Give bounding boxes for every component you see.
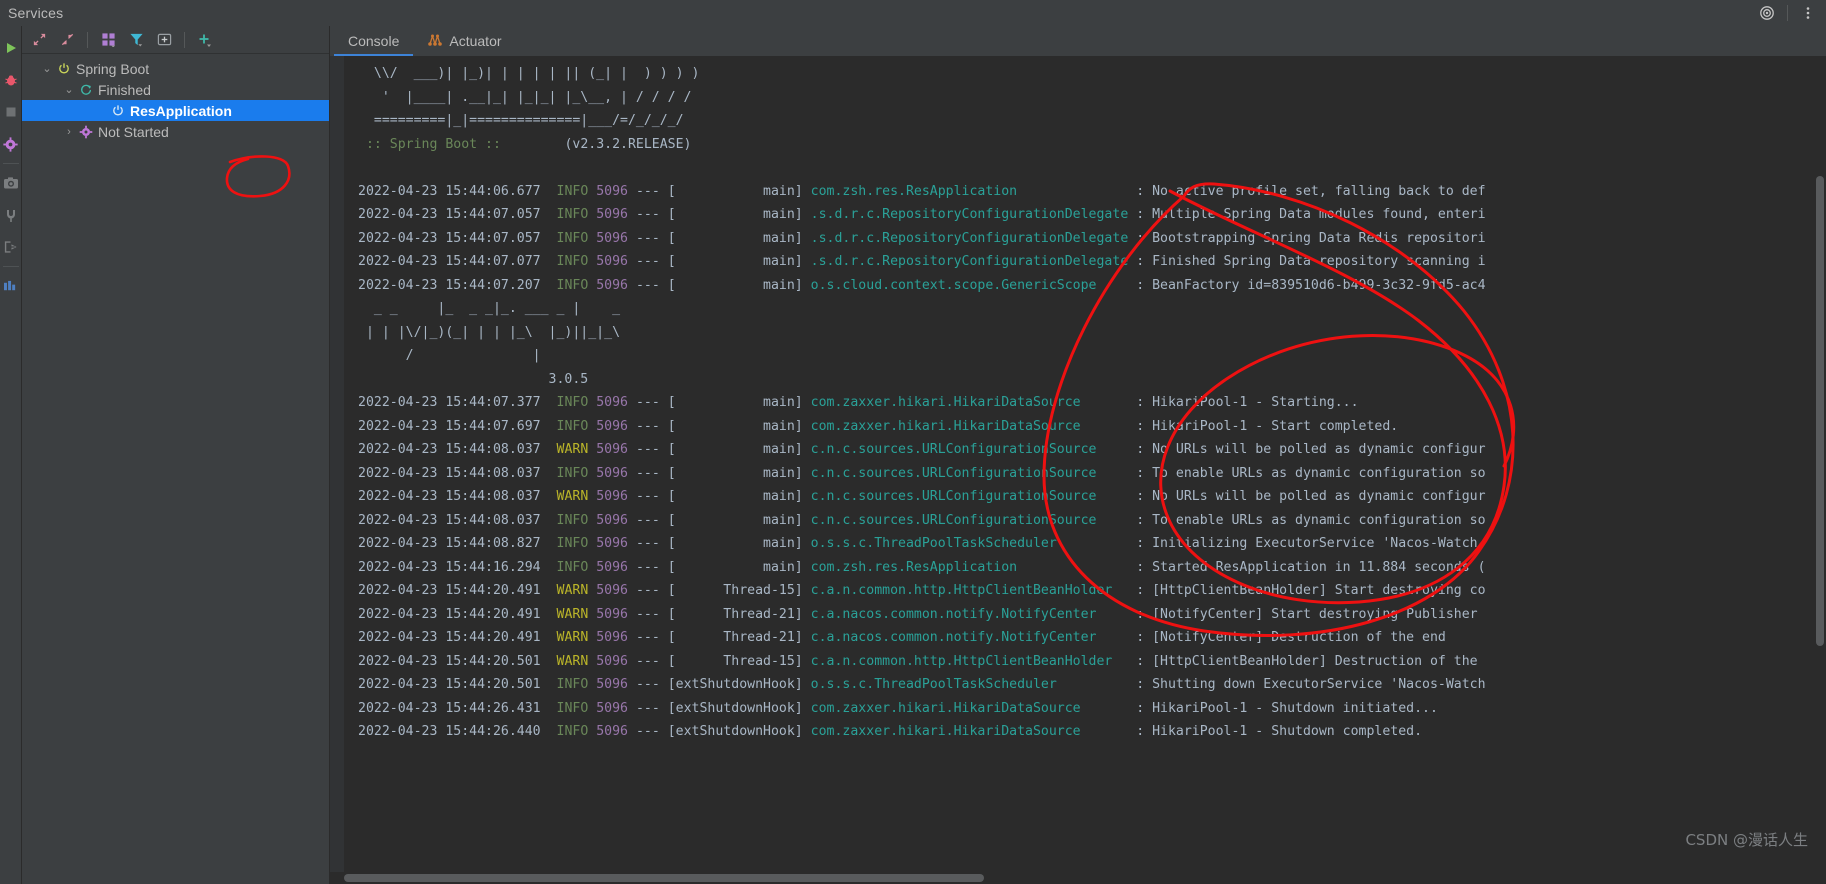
console-log-viewport[interactable]: \\/ ___)| |_)| | | | | || (_| | ) ) ) ) … <box>344 56 1826 872</box>
page-title: Services <box>8 5 64 21</box>
console-gutter <box>330 56 344 872</box>
titlebar-divider <box>1787 5 1788 21</box>
dashboard-icon[interactable] <box>0 270 22 302</box>
tree-node-resapplication[interactable]: ResApplication <box>22 100 329 121</box>
tree-node-finished[interactable]: ⌄ Finished <box>22 79 329 100</box>
console-horizontal-scrollbar[interactable] <box>330 872 1826 884</box>
tree-node-spring-boot[interactable]: ⌄ Spring Boot <box>22 58 329 79</box>
actuator-icon <box>427 33 443 50</box>
add-tab-icon[interactable] <box>151 28 177 52</box>
add-service-icon[interactable] <box>192 28 218 52</box>
main-body: ⌄ Spring Boot ⌄ Finished ResApplication … <box>0 26 1826 884</box>
tree-node-not-started[interactable]: › Not Started <box>22 121 329 142</box>
console-output-area[interactable]: \\/ ___)| |_)| | | | | || (_| | ) ) ) ) … <box>330 56 1826 872</box>
toolbar-divider-2 <box>184 31 185 48</box>
settings-gear-icon[interactable] <box>0 128 22 160</box>
gear-icon <box>76 125 96 139</box>
console-tabs: Console Actuator <box>330 26 1826 56</box>
tree-node-label-resapplication: ResApplication <box>130 102 232 119</box>
toolbar-divider-1 <box>87 31 88 48</box>
tab-console[interactable]: Console <box>334 26 414 56</box>
strip-divider <box>2 163 19 164</box>
filter-icon[interactable] <box>123 28 149 52</box>
refresh-icon <box>76 83 96 97</box>
more-options-icon[interactable] <box>1794 0 1822 26</box>
scrollbar-thumb-vertical[interactable] <box>1816 176 1824 646</box>
expand-all-icon[interactable] <box>26 28 52 52</box>
stop-icon[interactable] <box>0 96 22 128</box>
tree-node-label-not-started: Not Started <box>98 123 169 140</box>
debug-icon[interactable] <box>0 64 22 96</box>
power-icon <box>108 104 128 118</box>
tree-node-label-finished: Finished <box>98 81 151 98</box>
services-panel: ⌄ Spring Boot ⌄ Finished ResApplication … <box>22 26 330 884</box>
title-bar-actions <box>1753 0 1822 26</box>
settings-target-icon[interactable] <box>1753 0 1781 26</box>
plug-icon[interactable] <box>0 199 22 231</box>
services-tree: ⌄ Spring Boot ⌄ Finished ResApplication … <box>22 54 329 884</box>
scrollbar-thumb-horizontal[interactable] <box>344 874 984 882</box>
spring-boot-power-icon <box>54 62 74 76</box>
tree-node-label: Spring Boot <box>76 60 150 77</box>
console-log-text: \\/ ___)| |_)| | | | | || (_| | ) ) ) ) … <box>358 66 1486 739</box>
ide-services-window: Services ⌄ Spring Boot ⌄ Finished ResApp… <box>0 0 1826 884</box>
exit-icon[interactable] <box>0 231 22 263</box>
tab-console-label: Console <box>348 33 400 49</box>
strip-divider-2 <box>2 266 19 267</box>
chevron-right-icon[interactable]: › <box>62 126 76 138</box>
services-toolbar <box>22 26 329 54</box>
watermark-text: CSDN @漫话人生 <box>1685 831 1808 849</box>
group-by-icon[interactable] <box>95 28 121 52</box>
console-vertical-scrollbar[interactable] <box>1814 56 1826 872</box>
chevron-down-icon-2[interactable]: ⌄ <box>62 83 76 96</box>
chevron-down-icon[interactable]: ⌄ <box>40 62 54 75</box>
title-bar: Services <box>0 0 1826 26</box>
collapse-all-icon[interactable] <box>54 28 80 52</box>
console-panel: Console Actuator \\/ ___)| |_)| | | | | … <box>330 26 1826 884</box>
tab-actuator[interactable]: Actuator <box>413 26 515 56</box>
left-tool-strip <box>0 26 22 884</box>
run-icon[interactable] <box>0 32 22 64</box>
tab-actuator-label: Actuator <box>449 33 502 49</box>
camera-icon[interactable] <box>0 167 22 199</box>
